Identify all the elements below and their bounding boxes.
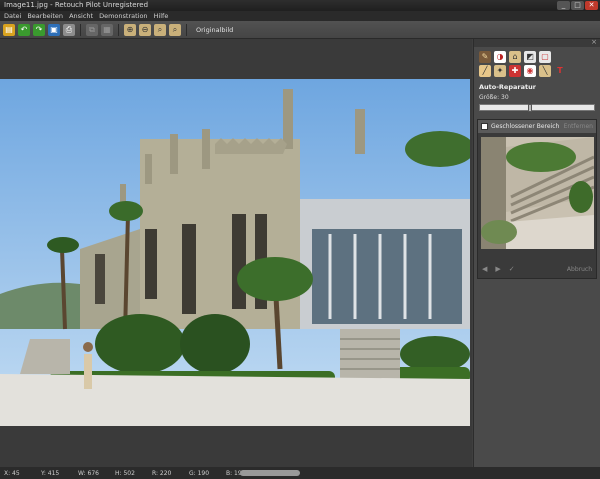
image-canvas[interactable] [0, 39, 472, 467]
prev-arrow-icon[interactable]: ◀ [482, 265, 487, 273]
status-h: H: 502 [115, 469, 135, 477]
closed-area-label: Geschlossener Bereich [491, 123, 560, 130]
tool-spacer [554, 51, 566, 63]
stamp-tool-icon[interactable]: ⌂ [509, 51, 521, 63]
window-title: Image11.jpg - Retouch Pilot Unregistered [4, 1, 149, 9]
size-slider-thumb[interactable] [528, 104, 532, 112]
title-bar: Image11.jpg - Retouch Pilot Unregistered… [0, 0, 600, 11]
app-window: Image11.jpg - Retouch Pilot Unregistered… [0, 0, 600, 479]
zoom-in-icon[interactable]: ⊕ [124, 23, 136, 36]
next-arrow-icon[interactable]: ▶ [495, 265, 500, 273]
horizontal-scrollbar[interactable] [240, 470, 300, 476]
original-image-button[interactable]: Originalbild [196, 26, 233, 34]
patch-tool-icon[interactable]: ✎ [479, 51, 491, 63]
toolbar-divider [118, 23, 119, 36]
brush-tool-icon[interactable]: ╱ [479, 65, 491, 77]
auto-repair-title: Auto-Reparatur [479, 83, 536, 91]
print-icon[interactable]: ⎙ [63, 23, 75, 36]
subpanel-nav: ◀ ▶ ✓ Abbruch [478, 260, 596, 278]
heal-tool-icon[interactable]: ✚ [509, 65, 521, 77]
closed-area-subpanel: Geschlossener Bereich Entfernen ◀ ▶ ✓ Ab… [477, 119, 597, 279]
redeye-tool-icon[interactable]: ◉ [524, 65, 536, 77]
select-tool-icon[interactable]: ▢ [539, 51, 551, 63]
tool-grid: ✎ ◑ ⌂ ◩ ▢ ╱ ✦ ✚ ◉ ╲ T [474, 47, 600, 81]
zoom-fit-icon[interactable]: ⌕ [154, 23, 166, 36]
closed-area-checkbox[interactable] [481, 123, 488, 130]
status-g: G: 190 [189, 469, 210, 477]
open-folder-icon[interactable]: ▤ [3, 23, 15, 36]
menu-demonstration[interactable]: Demonstration [99, 11, 147, 21]
cancel-button[interactable]: Abbruch [567, 266, 592, 273]
panel-header: × [474, 38, 600, 47]
size-label: Größe: 30 [479, 94, 509, 101]
tools-panel: × ✎ ◑ ⌂ ◩ ▢ ╱ ✦ ✚ ◉ ╲ T Auto-Reparatur G… [473, 38, 600, 467]
palace-photo [0, 79, 470, 426]
wand-tool-icon[interactable]: ✦ [494, 65, 506, 77]
window-controls: _ □ ✕ [557, 1, 598, 10]
save-icon[interactable]: ▣ [48, 23, 60, 36]
preview-image [481, 137, 594, 249]
toolbar: ▤ ↶ ↷ ▣ ⎙ ⧉ ▦ ⊕ ⊖ ⌕ ⌕ Originalbild [0, 21, 600, 39]
zoom-actual-icon[interactable]: ⌕ [169, 23, 181, 36]
size-slider[interactable] [479, 104, 595, 112]
text-tool-icon[interactable]: T [554, 65, 566, 77]
subpanel-header: Geschlossener Bereich Entfernen [478, 120, 596, 133]
status-y: Y: 415 [41, 469, 60, 477]
menu-ansicht[interactable]: Ansicht [69, 11, 93, 21]
status-r: R: 220 [152, 469, 172, 477]
remove-button[interactable]: Entfernen [564, 123, 593, 130]
redo-icon[interactable]: ↷ [33, 23, 45, 36]
undo-icon[interactable]: ↶ [18, 23, 30, 36]
menu-datei[interactable]: Datei [4, 11, 21, 21]
toolbar-divider [186, 23, 187, 36]
zoom-out-icon[interactable]: ⊖ [139, 23, 151, 36]
menu-bar: Datei Bearbeiten Ansicht Demonstration H… [0, 11, 600, 21]
menu-hilfe[interactable]: Hilfe [154, 11, 169, 21]
status-w: W: 676 [78, 469, 99, 477]
detail-preview [481, 137, 594, 249]
status-bar: X: 45 Y: 415 W: 676 H: 502 R: 220 G: 190… [0, 467, 600, 479]
close-button[interactable]: ✕ [585, 1, 598, 10]
paste-icon[interactable]: ▦ [101, 23, 113, 36]
crop-tool-icon[interactable]: ◩ [524, 51, 536, 63]
clone-tool-icon[interactable]: ◑ [494, 51, 506, 63]
toolbar-divider [80, 23, 81, 36]
copy-icon[interactable]: ⧉ [86, 23, 98, 36]
menu-bearbeiten[interactable]: Bearbeiten [27, 11, 63, 21]
line-tool-icon[interactable]: ╲ [539, 65, 551, 77]
minimize-button[interactable]: _ [557, 1, 570, 10]
maximize-button[interactable]: □ [571, 1, 584, 10]
confirm-icon[interactable]: ✓ [509, 265, 515, 273]
status-x: X: 45 [4, 469, 20, 477]
panel-close-icon[interactable]: × [591, 38, 597, 46]
edited-photo[interactable] [0, 79, 470, 426]
